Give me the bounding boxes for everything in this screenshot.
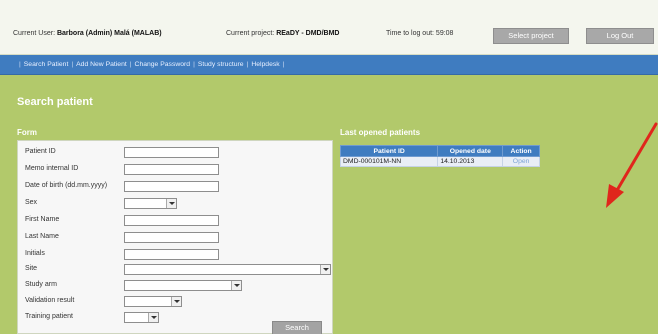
last-name-input[interactable] (124, 232, 219, 243)
page-title: Search patient (17, 96, 93, 108)
top-bar: Current User: Barbora (Admin) Malá (MALA… (0, 0, 658, 55)
chevron-down-icon (171, 297, 181, 306)
nav-links: | Search Patient | Add New Patient | Change P… (19, 61, 285, 68)
nav-bar: | Search Patient | Add New Patient | Change P… (0, 55, 658, 75)
logout-timer: Time to log out: 59:08 (386, 30, 454, 37)
memo-internal-id-label: Memo internal ID (25, 165, 79, 172)
current-user-value: Barbora (Admin) Malá (MALAB) (56, 30, 162, 37)
date-of-birth-input[interactable] (124, 181, 219, 192)
initials-input[interactable] (124, 249, 219, 260)
search-button[interactable]: Search (272, 321, 322, 334)
current-user-text: Current User: Barbora (Admin) Malá (MALA… (13, 30, 162, 37)
first-name-label: First Name (25, 216, 60, 223)
training-patient-select[interactable] (124, 312, 159, 323)
sex-select[interactable] (124, 198, 177, 209)
arrow-shaft (614, 122, 658, 194)
select-project-button[interactable]: Select project (493, 28, 569, 44)
nav-add-new-patient[interactable]: Add New Patient (76, 61, 127, 68)
site-select[interactable] (124, 264, 331, 275)
nav-study-structure[interactable]: Study structure (198, 61, 244, 68)
form-section-label: Form (17, 128, 37, 137)
chevron-down-icon (320, 265, 330, 274)
nav-search-patient[interactable]: Search Patient (24, 61, 69, 68)
last-name-label: Last Name (25, 233, 59, 240)
search-form-panel: Patient ID Memo internal ID Date of birt… (17, 140, 333, 334)
chevron-down-icon (166, 199, 176, 208)
table-header-row: Patient ID Opened date Action (339, 145, 540, 157)
site-label: Site (25, 265, 38, 272)
header-patient-id: Patient ID (339, 145, 439, 157)
nav-helpdesk[interactable]: Helpdesk (251, 61, 279, 68)
initials-label: Initials (25, 250, 45, 257)
study-arm-select[interactable] (124, 280, 242, 291)
row-opened-date: 14.10.2013 (437, 156, 504, 167)
red-arrow-icon (606, 122, 658, 208)
patient-id-input[interactable] (124, 147, 219, 158)
nav-change-password[interactable]: Change Password (135, 61, 191, 68)
first-name-input[interactable] (124, 215, 219, 226)
study-arm-label: Study arm (25, 281, 57, 288)
validation-result-select[interactable] (124, 296, 182, 307)
patient-id-label: Patient ID (25, 148, 56, 155)
training-patient-label: Training patient (25, 313, 73, 320)
last-opened-section-label: Last opened patients (340, 128, 421, 137)
date-of-birth-label: Date of birth (dd.mm.yyyy) (25, 182, 108, 189)
last-opened-patients-table: Patient ID Opened date Action DMD-000101… (339, 145, 540, 167)
chevron-down-icon (148, 313, 158, 322)
arrow-head (606, 184, 624, 208)
header-action: Action (502, 145, 540, 157)
logout-button[interactable]: Log Out (586, 28, 654, 44)
chevron-down-icon (231, 281, 241, 290)
header-opened-date: Opened date (437, 145, 504, 157)
row-open-link[interactable]: Open (502, 156, 540, 167)
sex-label: Sex (25, 199, 38, 206)
memo-internal-id-input[interactable] (124, 164, 219, 175)
current-project-text: Current project: REaDY - DMD/BMD (226, 30, 340, 37)
table-row: DMD-000101M-NN 14.10.2013 Open (339, 156, 540, 167)
current-project-value: REaDY - DMD/BMD (276, 30, 340, 37)
validation-result-label: Validation result (25, 297, 75, 304)
row-patient-id: DMD-000101M-NN (339, 156, 439, 167)
